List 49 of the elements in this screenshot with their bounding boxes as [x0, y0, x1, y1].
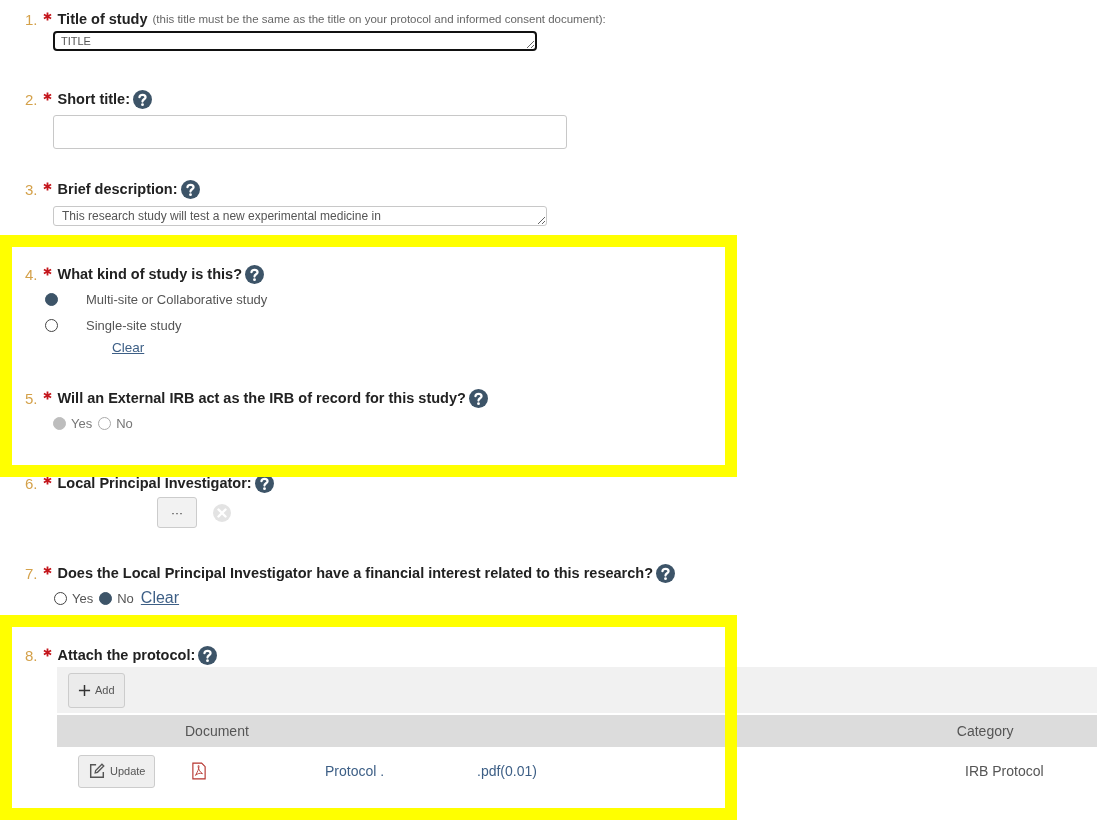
question-label: Local Principal Investigator: — [57, 475, 252, 491]
option-label: Yes — [72, 590, 94, 606]
question-label: Short title: — [57, 91, 130, 107]
help-icon[interactable] — [468, 388, 488, 408]
help-icon[interactable] — [198, 645, 218, 665]
document-link[interactable]: Protocol . — [325, 763, 477, 779]
option-label: Multi-site or Collaborative study — [86, 291, 268, 307]
question-number: 5. — [25, 389, 38, 407]
question-label: Does the Local Principal Investigator have a financial interest related to this research? — [57, 565, 653, 581]
input-field[interactable] — [53, 115, 567, 149]
help-icon[interactable] — [245, 264, 264, 284]
option-label: No — [116, 415, 133, 431]
question-label: What kind of study is this? — [57, 266, 242, 282]
question-note: (this title must be the same as the title on your protocol and informed consent document): — [152, 13, 606, 25]
question-label: Will an External IRB act as the IRB of record for this study? — [57, 390, 466, 406]
radio-button[interactable] — [45, 318, 58, 332]
radio-button[interactable] — [99, 591, 113, 605]
option-label: Yes — [71, 415, 93, 431]
column-header: Document — [185, 723, 249, 739]
radio-button[interactable] — [54, 591, 67, 605]
text-area[interactable]: TITLE — [53, 31, 537, 51]
question-number: 4. — [25, 265, 38, 283]
column-header: Category — [956, 723, 1014, 739]
question-number: 1. — [25, 10, 38, 28]
question-number: 3. — [25, 180, 38, 198]
question-label: Brief description: — [57, 181, 178, 197]
option-label: Single-site study — [86, 317, 182, 333]
help-icon[interactable] — [180, 179, 200, 199]
plus-icon — [78, 683, 91, 697]
question-number: 6. — [25, 474, 38, 492]
browse-button[interactable]: ··· — [157, 497, 197, 528]
question-number: 7. — [25, 564, 38, 582]
add-button[interactable]: Add — [68, 672, 125, 708]
question-number: 8. — [25, 646, 38, 664]
table-cell-text: IRB Protocol — [965, 763, 1045, 779]
update-button[interactable]: Update — [78, 754, 156, 788]
text-area[interactable]: This research study will test a new experimental medicine in — [53, 206, 547, 226]
pdf-icon — [192, 762, 206, 780]
radio-button[interactable] — [45, 292, 58, 306]
clear-link[interactable]: Clear — [112, 340, 145, 355]
question-label: Attach the protocol: — [57, 647, 196, 663]
help-icon[interactable] — [656, 563, 675, 583]
document-link[interactable]: .pdf(0.01) — [477, 763, 965, 779]
question-label: Title of study — [57, 11, 148, 27]
clear-link[interactable]: Clear — [140, 589, 180, 607]
option-label: No — [117, 590, 134, 606]
edit-icon — [88, 762, 106, 780]
question-number: 2. — [25, 90, 38, 108]
help-icon[interactable] — [133, 89, 152, 109]
